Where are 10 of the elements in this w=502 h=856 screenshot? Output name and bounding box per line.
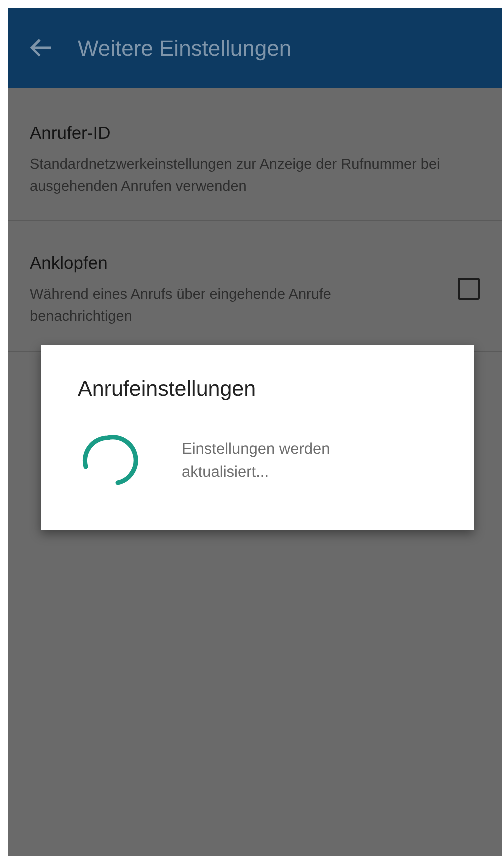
setting-title: Anrufer-ID (30, 122, 112, 145)
screen-title: Weitere Einstellungen (78, 34, 292, 63)
dialog-message: Einstellungen werden aktualisiert... (182, 440, 332, 484)
back-arrow-icon[interactable] (30, 38, 52, 58)
setting-summary: Standardnetzwerkeinstellungen zur Anzeige der Rufnummer bei ausgehenden Anrufen verwenden (30, 156, 442, 198)
checkbox[interactable] (458, 278, 480, 300)
settings-item[interactable]: Anrufer-ID Standardnetzwerkeinstellungen zur Anzeige der Rufnummer bei ausgehenden Anrufen verwenden (8, 88, 502, 221)
setting-title: Anklopfen (30, 252, 109, 275)
dialog-title: Anrufeinstellungen (78, 376, 258, 403)
setting-summary: Während eines Anrufs über eingehende Anrufe benachrichtigen (30, 286, 332, 328)
